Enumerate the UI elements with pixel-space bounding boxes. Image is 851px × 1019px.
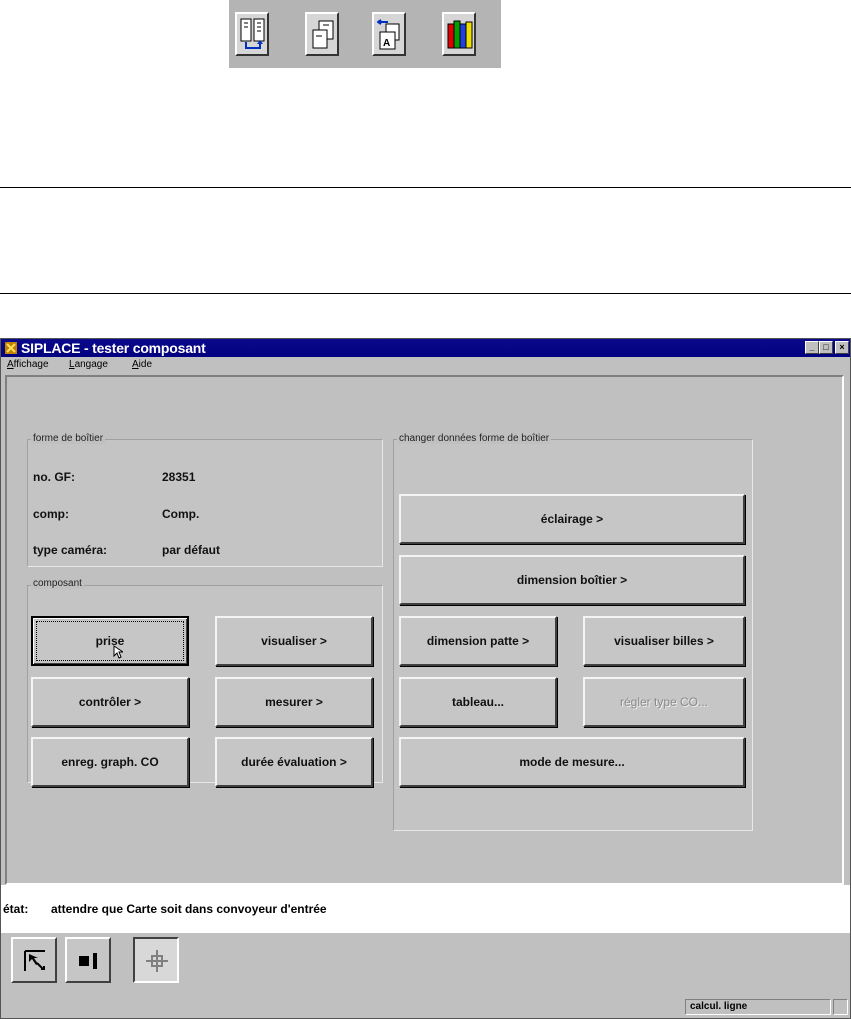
status-row: état: attendre que Carte soit dans convo…	[1, 885, 850, 933]
camera-type-label: type caméra:	[33, 543, 108, 557]
mode-mesure-button[interactable]: mode de mesure...	[399, 737, 745, 787]
window-title: SIPLACE - tester composant	[21, 340, 206, 356]
menu-bar: Affichage Langage Aide	[1, 357, 850, 373]
visualiser-button[interactable]: visualiser >	[215, 616, 373, 666]
mouse-cursor-icon	[113, 645, 123, 659]
evaluation-duration-button[interactable]: durée évaluation >	[215, 737, 373, 787]
separator-line	[0, 187, 851, 188]
camera-type-value: par défaut	[162, 543, 221, 557]
regler-type-button[interactable]: régler type CO...	[583, 677, 745, 727]
top-icon-toolbar: A	[229, 0, 501, 68]
gf-number-label: no. GF:	[33, 470, 75, 484]
app-window: SIPLACE - tester composant _ □ × Afficha…	[0, 338, 851, 1019]
prise-button[interactable]: prise	[31, 616, 189, 666]
cursor-select-tool[interactable]	[11, 937, 57, 983]
crosshair-icon	[146, 950, 168, 972]
menu-langage[interactable]: Langage	[69, 357, 108, 373]
package-group-title: forme de boîtier	[31, 433, 106, 444]
separator-line	[0, 293, 851, 294]
pages-swap-icon[interactable]	[235, 12, 269, 56]
svg-text:A: A	[383, 38, 390, 49]
status-text: attendre que Carte soit dans convoyeur d…	[51, 902, 327, 916]
menu-affichage[interactable]: Affichage	[7, 357, 49, 373]
minimize-button[interactable]: _	[805, 341, 819, 354]
comp-label: comp:	[33, 507, 69, 521]
dimension-boitier-button[interactable]: dimension boîtier >	[399, 555, 745, 605]
title-bar: SIPLACE - tester composant _ □ ×	[1, 339, 850, 357]
books-icon[interactable]	[442, 12, 476, 56]
visualiser-billes-button[interactable]: visualiser billes >	[583, 616, 745, 666]
main-panel: forme de boîtier no. GF: 28351 comp: Com…	[5, 375, 844, 885]
component-group-title: composant	[31, 578, 84, 589]
close-button[interactable]: ×	[835, 341, 849, 354]
component-tool[interactable]	[65, 937, 111, 983]
status-field-calcul: calcul. ligne	[685, 999, 831, 1015]
status-field-empty	[833, 999, 848, 1015]
copy-pages-icon[interactable]	[305, 12, 339, 56]
gf-number-value: 28351	[162, 470, 196, 484]
app-icon	[5, 342, 17, 354]
change-package-group-title: changer données forme de boîtier	[397, 433, 552, 444]
eclairage-button[interactable]: éclairage >	[399, 494, 745, 544]
component-icon	[79, 953, 97, 969]
cursor-select-icon	[24, 950, 45, 971]
menu-aide[interactable]: Aide	[132, 357, 152, 373]
tableau-button[interactable]: tableau...	[399, 677, 557, 727]
status-label: état:	[3, 902, 29, 916]
controler-button[interactable]: contrôler >	[31, 677, 189, 727]
comp-value: Comp.	[162, 507, 200, 521]
maximize-button[interactable]: □	[819, 341, 833, 354]
dimension-patte-button[interactable]: dimension patte >	[399, 616, 557, 666]
mesurer-button[interactable]: mesurer >	[215, 677, 373, 727]
translate-document-icon[interactable]: A	[372, 12, 406, 56]
crosshair-tool[interactable]	[133, 937, 179, 983]
bottom-toolbar: calcul. ligne	[1, 933, 850, 1018]
record-graph-button[interactable]: enreg. graph. CO	[31, 737, 189, 787]
